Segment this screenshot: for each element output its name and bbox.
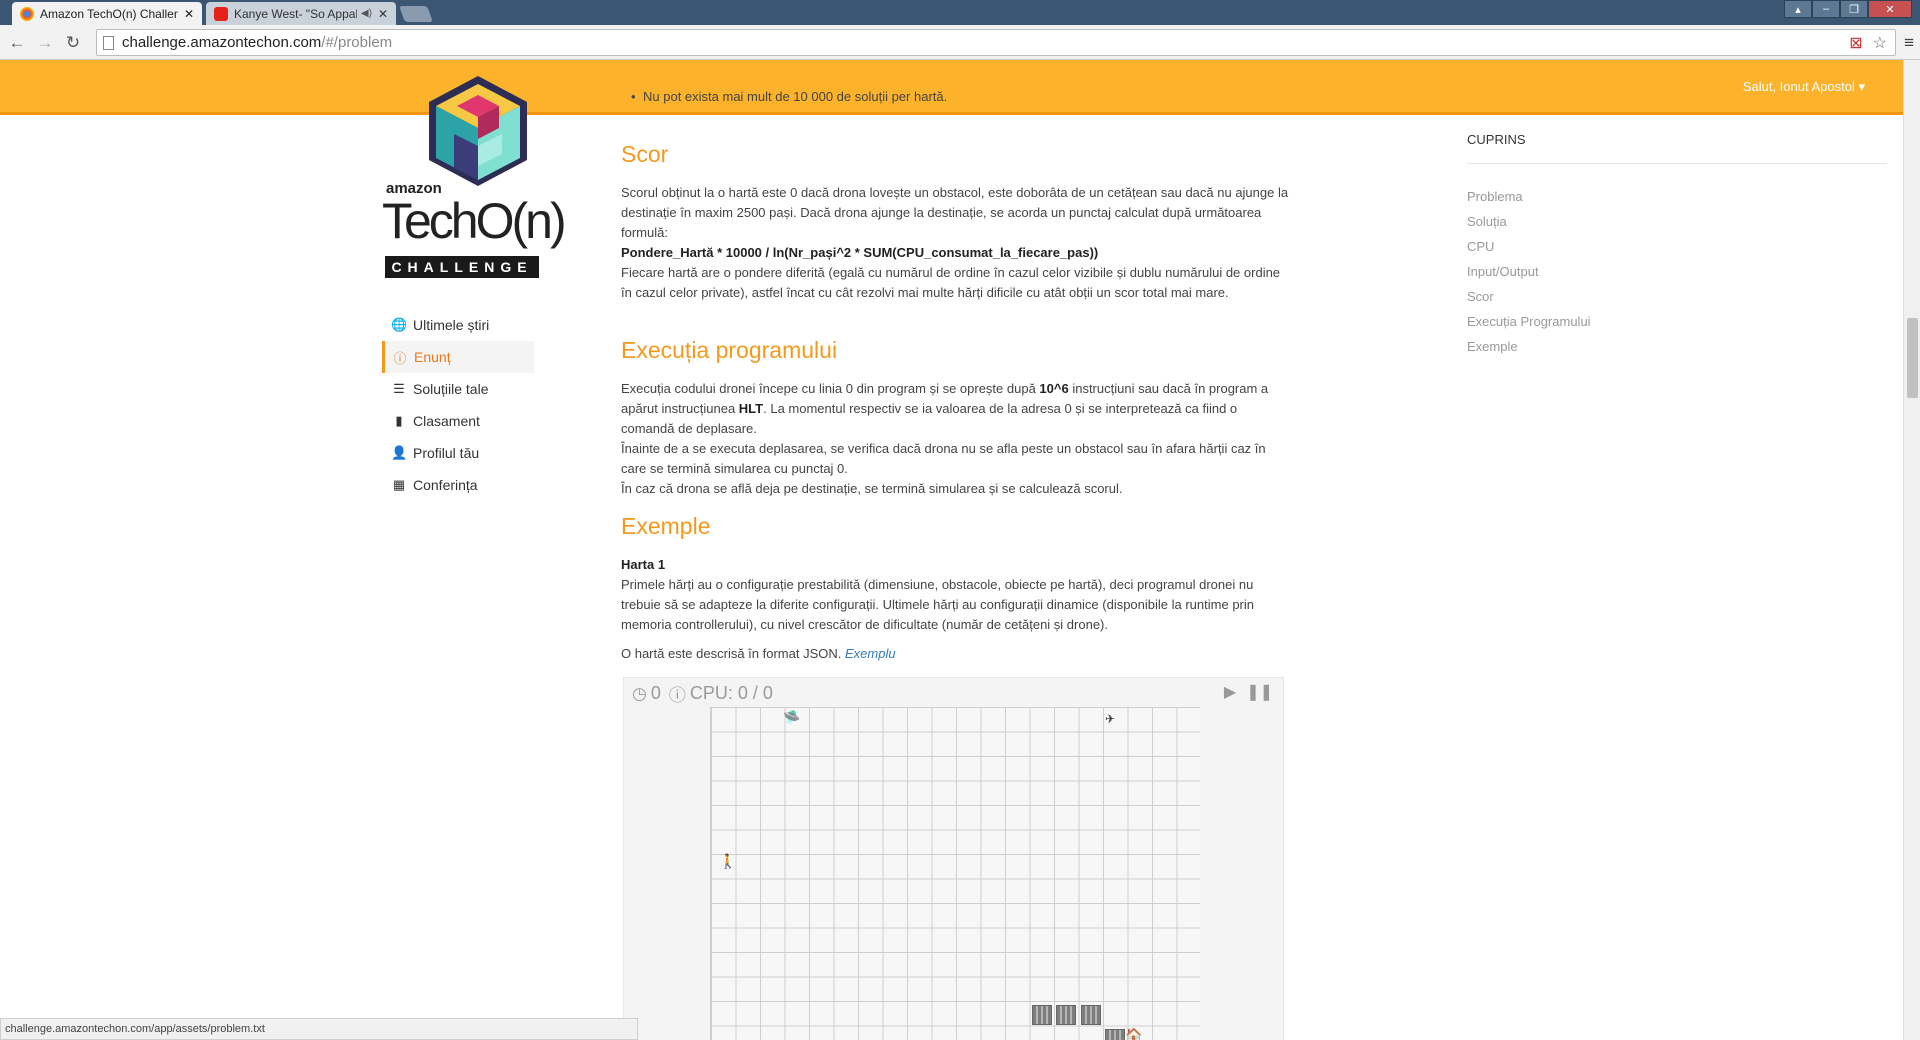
url-text: challenge.amazontechon.com/#/problem (122, 34, 393, 51)
info-icon: ⓘ (668, 686, 686, 705)
page-icon (103, 35, 114, 50)
bookmark-star-icon[interactable]: ☆ (1873, 33, 1887, 53)
page-viewport: Salut, Ionut Apostol ▾ amazon TechO(n) C… (0, 60, 1903, 1040)
tab-close-icon[interactable]: ✕ (184, 7, 194, 21)
scrollbar-thumb[interactable] (1907, 318, 1918, 398)
page-scrollbar[interactable] (1903, 60, 1920, 1040)
browser-tab-active[interactable]: Amazon TechO(n) Challen ✕ (12, 2, 202, 25)
sidebar-item-leaderboard[interactable]: ▮ Clasament (382, 405, 534, 437)
obstacle-crate (1081, 1005, 1101, 1025)
destination-drone-icon: ✈ (1105, 712, 1116, 726)
sidebar-item-solutions[interactable]: ☰ Soluțiile tale (382, 373, 534, 405)
drone-icon: 🛸 (783, 709, 801, 725)
youtube-favicon-icon (214, 6, 228, 21)
example-link[interactable]: Exemplu (845, 646, 896, 661)
techon-wordmark: TechO(n) (382, 193, 567, 249)
obstacle-crate (1105, 1029, 1125, 1040)
toc-item-score[interactable]: Scor (1467, 284, 1887, 309)
obstacle-crate (1056, 1005, 1076, 1025)
cube-logo-icon (429, 76, 527, 186)
tab-close-icon[interactable]: ✕ (378, 7, 388, 21)
toc-item-input-output[interactable]: Input/Output (1467, 259, 1887, 284)
new-tab-button[interactable] (399, 6, 433, 22)
user-icon: 👤 (391, 445, 408, 460)
pause-icon[interactable]: ❚❚ (1246, 682, 1273, 702)
sidebar-item-label: Ultimele știri (413, 317, 490, 333)
reload-icon[interactable]: ↻ (62, 32, 84, 54)
back-arrow-icon[interactable]: ← (6, 32, 28, 54)
clock-icon: ◷ (632, 683, 647, 703)
challenge-tagline: CHALLENGE (385, 256, 539, 278)
json-note: O hartă este descrisă în format JSON. Ex… (621, 646, 896, 661)
sidebar-item-profile[interactable]: 👤 Profilul tău (382, 437, 534, 469)
globe-icon: 🌐 (391, 317, 408, 332)
execution-paragraph: Execuția codului dronei începe cu linia … (621, 381, 1269, 496)
techon-logo[interactable] (382, 76, 542, 282)
house-icon: 🏠 (1125, 1027, 1143, 1040)
score-formula: Pondere_Hartă * 10000 / ln(Nr_pași^2 * S… (621, 245, 1099, 260)
examples-paragraph: Harta 1 Primele hărți au o configurație … (621, 557, 1254, 632)
calendar-icon: ▦ (392, 477, 406, 492)
speaker-icon: ◀) (360, 8, 372, 19)
map-grid: 🛸 ✈ 🚶 🏠 (710, 707, 1200, 1040)
browser-tab-strip: Amazon TechO(n) Challen ✕ Kanye West- "S… (0, 0, 1920, 25)
sidebar-nav: 🌐 Ultimele știri ⓘ Enunț ☰ Soluțiile tal… (382, 309, 534, 501)
forward-arrow-icon[interactable]: → (34, 32, 56, 54)
address-bar[interactable]: challenge.amazontechon.com/#/problem ⊠ ☆ (96, 29, 1896, 56)
chrome-menu-icon[interactable]: ≡ (1904, 33, 1914, 53)
sidebar-item-conference[interactable]: ▦ Conferința (382, 469, 534, 501)
toc-item-cpu[interactable]: CPU (1467, 234, 1887, 259)
tab-title: Amazon TechO(n) Challen (40, 6, 178, 21)
user-profile-icon[interactable]: ▴ (1784, 0, 1812, 18)
toc-item-execution[interactable]: Execuția Programului (1467, 309, 1887, 334)
cpu-counter: CPU: 0 / 0 (689, 683, 773, 703)
section-heading-examples: Exemple (621, 513, 711, 539)
play-icon[interactable]: ▶ (1224, 682, 1236, 702)
status-bar: challenge.amazontechon.com/app/assets/pr… (0, 1018, 638, 1040)
minimize-icon[interactable]: ‒ (1812, 0, 1840, 18)
obstacle-crate (1032, 1005, 1052, 1025)
table-of-contents: CUPRINS Problema Soluția CPU Input/Outpu… (1467, 132, 1887, 359)
sidebar-item-label: Enunț (414, 349, 451, 365)
browser-toolbar: ← → ↻ challenge.amazontechon.com/#/probl… (0, 25, 1920, 60)
map-subheading: Harta 1 (621, 557, 666, 572)
chrome-favicon-icon (20, 6, 34, 21)
window-close-icon[interactable]: ✕ (1868, 0, 1912, 18)
toc-item-problem[interactable]: Problema (1467, 184, 1887, 209)
browser-tab-youtube[interactable]: Kanye West- "So Appal ◀) ✕ (206, 2, 396, 25)
window-controls: ▴ ‒ ❐ ✕ (1784, 0, 1912, 18)
info-icon: ⓘ (393, 350, 407, 366)
section-heading-score: Scor (621, 141, 669, 167)
bar-chart-icon: ▮ (395, 413, 403, 428)
toc-item-solution[interactable]: Soluția (1467, 209, 1887, 234)
simulator-hud: ◷ 0 ⓘ CPU: 0 / 0 (632, 681, 773, 706)
toc-item-examples[interactable]: Exemple (1467, 334, 1887, 359)
list-icon: ☰ (393, 381, 405, 396)
sidebar-item-problem[interactable]: ⓘ Enunț (382, 341, 534, 373)
tab-title: Kanye West- "So Appal (234, 6, 357, 21)
section-heading-execution: Execuția programului (621, 337, 838, 363)
sidebar-item-label: Clasament (413, 413, 480, 429)
map-simulator: ◷ 0 ⓘ CPU: 0 / 0 ▶ ❚❚ 🛸 ✈ 🚶 🏠 (623, 677, 1284, 1040)
site-header: Salut, Ionut Apostol ▾ (0, 60, 1903, 115)
sidebar-item-label: Profilul tău (413, 445, 480, 461)
step-counter: 0 (650, 683, 661, 703)
sidebar-item-label: Soluțiile tale (413, 381, 489, 397)
blocked-popup-icon[interactable]: ⊠ (1849, 33, 1862, 53)
sidebar-item-news[interactable]: 🌐 Ultimele știri (382, 309, 534, 341)
sidebar-item-label: Conferința (413, 477, 478, 493)
toc-title: CUPRINS (1467, 132, 1887, 164)
citizen-icon: 🚶 (719, 853, 737, 869)
user-menu-dropdown[interactable]: Salut, Ionut Apostol ▾ (1743, 79, 1865, 95)
score-paragraph: Scorul obținut la o hartă este 0 dacă dr… (621, 185, 1289, 300)
maximize-icon[interactable]: ❐ (1840, 0, 1868, 18)
list-item: Nu pot exista mai mult de 10 000 de solu… (631, 87, 947, 107)
